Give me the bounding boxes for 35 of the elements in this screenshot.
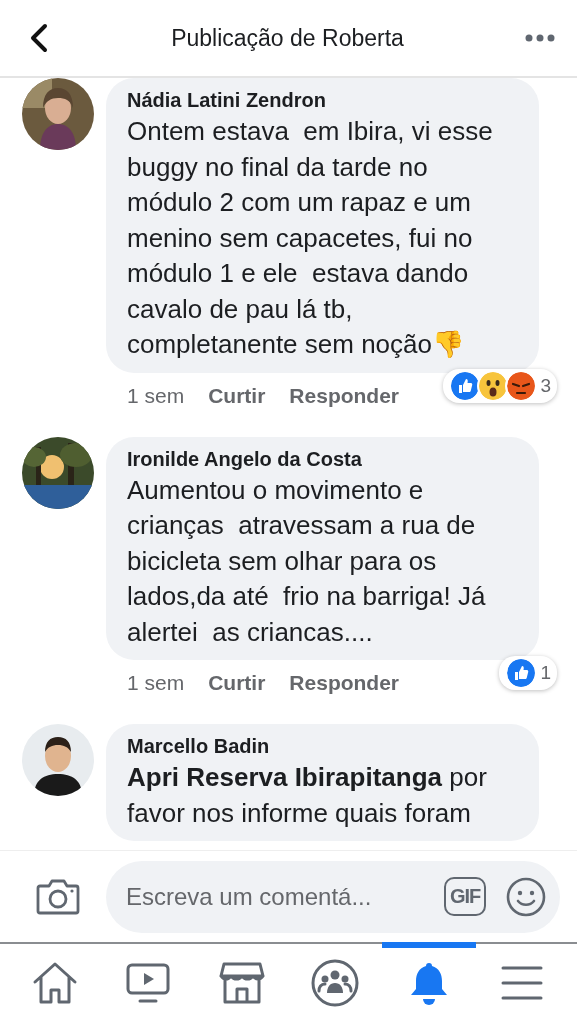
home-icon: [31, 961, 78, 1005]
author-name[interactable]: Nádia Latini Zendron: [127, 86, 519, 114]
smiley-icon: [506, 876, 547, 917]
groups-icon: [311, 959, 360, 1007]
menu-icon: [501, 965, 544, 1001]
reply-button[interactable]: Responder: [289, 671, 400, 695]
thumbs-up-icon: [505, 657, 538, 689]
comment-text: Aumentou o movimento e crianças atravessam a rua de bicicleta sem olhar para os lados,da até frio na barriga! Já alertei as criancas....: [127, 473, 487, 649]
like-button[interactable]: Curtir: [208, 671, 266, 695]
comment-text: Ontem estava em Ibira, vi esse buggy no final da tarde no módulo 2 com um rapaz e um menino sem capacetes, fui no módulo 1 e ele estava dando cavalo de pau lá tb, completanente sem noção👎: [127, 115, 494, 361]
more-button[interactable]: [525, 34, 555, 42]
reply-button[interactable]: Responder: [289, 383, 400, 408]
back-icon: [28, 23, 50, 53]
storefront-icon: [218, 961, 265, 1005]
video-icon: [125, 962, 172, 1004]
window-title: Publicação de Roberta: [170, 24, 405, 52]
camera-icon: [36, 877, 80, 916]
reactions-badge[interactable]: 1: [499, 656, 557, 690]
author-name[interactable]: Ironilde Angelo da Costa: [127, 444, 519, 473]
camera-button[interactable]: [36, 877, 80, 916]
author-name[interactable]: Marcello Badin: [127, 732, 519, 760]
reaction-count: 3: [540, 374, 551, 397]
like-button[interactable]: Curtir: [208, 383, 266, 408]
emoji-button[interactable]: [506, 876, 547, 917]
comment-field[interactable]: Escreva um comentá... GIF: [106, 860, 561, 933]
comment-text: Apri Reserva Ibirapitanga por favor nos informe quais foram: [127, 761, 488, 830]
timestamp: 1 sem: [127, 383, 185, 408]
timestamp: 1 sem: [127, 671, 185, 695]
bell-icon: [408, 960, 449, 1006]
back-button[interactable]: [28, 23, 50, 53]
gif-button[interactable]: GIF: [444, 877, 487, 916]
reactions-badge[interactable]: 3: [443, 368, 557, 403]
angry-face-icon: [505, 369, 538, 402]
more-icon: [525, 34, 555, 42]
reaction-count: 1: [540, 662, 551, 684]
